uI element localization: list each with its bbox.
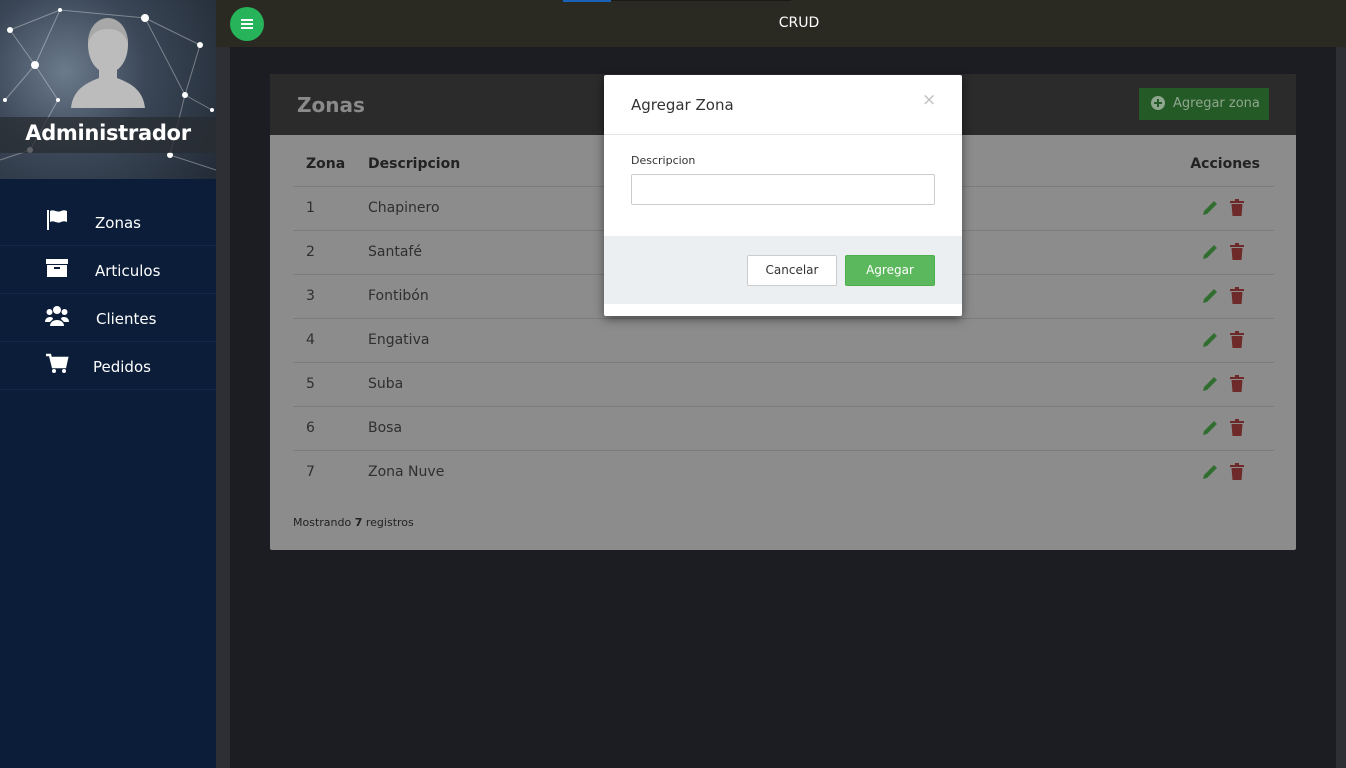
- trash-icon[interactable]: [1230, 418, 1245, 436]
- pencil-icon[interactable]: [1202, 288, 1218, 304]
- sidebar: Administrador Zonas Articulos Clientes P…: [0, 0, 216, 768]
- sidebar-item-clientes[interactable]: Clientes: [0, 294, 216, 342]
- column-header-zona[interactable]: Zona: [293, 143, 355, 187]
- topbar-accent-line: [563, 0, 611, 2]
- app-title: CRUD: [778, 15, 820, 31]
- sidebar-item-label: Pedidos: [93, 358, 151, 376]
- cell-zona: 5: [293, 362, 355, 407]
- cell-descripcion: Suba: [355, 362, 1191, 407]
- cell-descripcion: Zona Nuve: [368, 464, 445, 480]
- cell-zona: 6: [293, 406, 355, 451]
- add-zona-label: Agregar zona: [1173, 96, 1260, 111]
- sidebar-item-zonas[interactable]: Zonas: [0, 198, 216, 246]
- archive-icon: [46, 259, 68, 277]
- cell-zona: 7: [306, 464, 315, 480]
- sidebar-item-label: Zonas: [95, 214, 141, 232]
- cell-acciones: [1190, 406, 1274, 451]
- sidebar-item-articulos[interactable]: Articulos: [0, 246, 216, 294]
- cell-acciones: [1190, 274, 1274, 319]
- cell-zona: 1: [293, 186, 355, 231]
- sidebar-item-label: Articulos: [95, 262, 161, 280]
- column-header-acciones: Acciones: [1190, 143, 1274, 187]
- modal-title: Agregar Zona: [631, 96, 734, 114]
- main-edge-left: [216, 47, 230, 768]
- admin-name: Administrador: [25, 121, 191, 145]
- cell-acciones: [1190, 362, 1274, 407]
- topbar: CRUD: [216, 0, 1346, 47]
- cell-zona: 3: [293, 274, 355, 319]
- trash-icon[interactable]: [1230, 286, 1245, 304]
- cell-descripcion: Bosa: [355, 406, 1191, 451]
- table-row: 7 Zona Nuve: [293, 450, 1274, 494]
- descripcion-label: Descripcion: [631, 154, 696, 167]
- cell-zona: 4: [293, 318, 355, 363]
- close-icon[interactable]: ×: [922, 90, 936, 110]
- records-prefix: Mostrando: [293, 516, 352, 529]
- add-zona-modal: Agregar Zona × Descripcion Cancelar Agre…: [604, 75, 962, 316]
- trash-icon[interactable]: [1230, 198, 1245, 216]
- cell-acciones: [1190, 230, 1274, 275]
- records-count: Mostrando 7 registros: [293, 516, 414, 529]
- cell-acciones: [1190, 186, 1274, 231]
- pencil-icon[interactable]: [1202, 420, 1218, 436]
- trash-icon[interactable]: [1230, 242, 1245, 260]
- pencil-icon[interactable]: [1202, 376, 1218, 392]
- topbar-divider: [611, 0, 791, 1]
- table-row: 4 Engativa: [293, 318, 1274, 363]
- modal-header: Agregar Zona ×: [604, 75, 962, 135]
- profile-banner: Administrador: [0, 0, 216, 179]
- cell-descripcion: Engativa: [355, 318, 1191, 363]
- pencil-icon[interactable]: [1202, 200, 1218, 216]
- trash-icon[interactable]: [1230, 374, 1245, 392]
- sidebar-item-label: Clientes: [96, 310, 157, 328]
- pencil-icon[interactable]: [1202, 464, 1218, 480]
- avatar: [71, 18, 145, 108]
- trash-icon[interactable]: [1230, 462, 1245, 480]
- modal-footer: Cancelar Agregar: [604, 236, 962, 304]
- sidebar-nav: Zonas Articulos Clientes Pedidos: [0, 198, 216, 390]
- add-zona-button[interactable]: Agregar zona: [1139, 88, 1269, 120]
- records-suffix: registros: [365, 516, 414, 529]
- page-title: Zonas: [297, 93, 365, 117]
- flag-icon: [47, 210, 67, 230]
- cell-zona: 2: [293, 230, 355, 275]
- trash-icon[interactable]: [1230, 330, 1245, 348]
- table-row: 6 Bosa: [293, 406, 1274, 451]
- agregar-button[interactable]: Agregar: [845, 255, 935, 286]
- main-edge-right: [1336, 47, 1346, 768]
- table-row: 5 Suba: [293, 362, 1274, 407]
- cell-acciones: [1190, 450, 1274, 494]
- users-icon: [45, 306, 69, 326]
- sidebar-item-pedidos[interactable]: Pedidos: [0, 342, 216, 390]
- pencil-icon[interactable]: [1202, 332, 1218, 348]
- cell-acciones: [1190, 318, 1274, 363]
- records-number: 7: [354, 516, 363, 529]
- pencil-icon[interactable]: [1202, 244, 1218, 260]
- cart-icon: [46, 353, 69, 373]
- descripcion-input[interactable]: [631, 174, 935, 205]
- cancel-button[interactable]: Cancelar: [747, 255, 837, 286]
- plus-circle-icon: [1151, 96, 1165, 110]
